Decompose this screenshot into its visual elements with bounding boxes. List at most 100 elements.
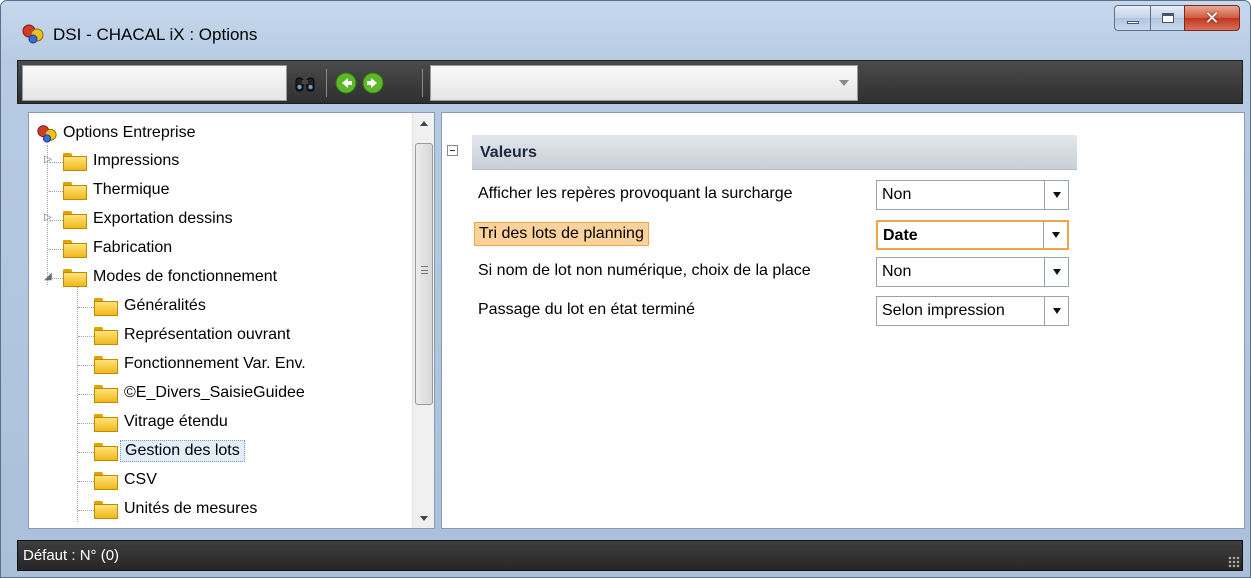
property-value-dropdown[interactable]: Non [876, 257, 1069, 287]
chevron-down-icon [1051, 232, 1060, 238]
folder-icon [94, 298, 118, 316]
tree-item-exportation-dessins[interactable]: Exportation dessins [63, 205, 237, 233]
tree-connector [78, 423, 94, 424]
maximize-button[interactable] [1150, 5, 1184, 31]
folder-icon [63, 240, 87, 258]
tree-connector [49, 220, 63, 221]
collapse-icon[interactable]: ◢ [43, 271, 53, 282]
tree-item-modes-de-fonctionnement[interactable]: Modes de fonctionnement [63, 263, 281, 291]
tree-connector [78, 394, 94, 395]
tree-item-label: Représentation ouvrant [124, 326, 291, 343]
title-bar[interactable]: DSI - CHACAL iX : Options ✕ [1, 1, 1250, 57]
tree-item-label: Exportation dessins [93, 210, 233, 227]
close-icon: ✕ [1204, 7, 1220, 29]
tree-connector [49, 249, 63, 250]
folder-icon [63, 269, 87, 287]
property-row[interactable]: Afficher les repères provoquant la surch… [472, 180, 1077, 210]
tree-item-label: Fonctionnement Var. Env. [124, 355, 306, 372]
folder-icon [63, 182, 87, 200]
property-label: Passage du lot en état terminé [478, 301, 696, 318]
forward-arrow-icon[interactable] [362, 72, 384, 94]
binoculars-icon[interactable] [294, 72, 316, 94]
property-row-active[interactable]: Tri des lots de planning Date [472, 220, 1077, 250]
dropdown-button[interactable] [1043, 222, 1067, 248]
chevron-down-icon [1052, 308, 1061, 314]
property-label: Si nom de lot non numérique, choix de la… [478, 262, 811, 279]
tree-item-csv[interactable]: CSV [94, 466, 161, 494]
tree-connector [78, 307, 94, 308]
chevron-up-icon [419, 120, 428, 126]
resize-grip-icon[interactable] [1228, 556, 1240, 568]
tree-item-representation-ouvrant[interactable]: Représentation ouvrant [94, 321, 294, 349]
toolbar-separator [422, 69, 423, 97]
expand-icon[interactable]: ▷ [43, 154, 53, 165]
tree-item-label: ©E_Divers_SaisieGuidee [124, 384, 305, 401]
tree-item-label: CSV [124, 471, 157, 488]
folder-icon [94, 327, 118, 345]
tree-item-label: Vitrage étendu [124, 413, 228, 430]
property-value: Selon impression [882, 302, 1005, 319]
property-row[interactable]: Si nom de lot non numérique, choix de la… [472, 257, 1077, 287]
grip-icon [421, 266, 428, 274]
tree-connector [78, 336, 94, 337]
toolbar-separator [326, 69, 327, 97]
chevron-down-icon[interactable] [839, 80, 849, 86]
tree-item-gestion-des-lots[interactable]: Gestion des lots [94, 437, 245, 465]
scrollbar-thumb[interactable] [415, 143, 433, 405]
category-header[interactable]: Valeurs [472, 135, 1077, 170]
tree-item-fabrication[interactable]: Fabrication [63, 234, 176, 262]
close-button[interactable]: ✕ [1184, 5, 1240, 31]
tree-item-fonctionnement-var-env[interactable]: Fonctionnement Var. Env. [94, 350, 310, 378]
dropdown-button[interactable] [1044, 258, 1068, 286]
property-value-dropdown[interactable]: Selon impression [876, 296, 1069, 326]
toolbar [17, 60, 1243, 104]
tree-item-impressions[interactable]: Impressions [63, 147, 183, 175]
open-folder-icon [94, 443, 118, 461]
tree-item-vitrage-etendu[interactable]: Vitrage étendu [94, 408, 232, 436]
property-value: Non [882, 186, 912, 203]
tree-connector [49, 162, 63, 163]
tree-connector [77, 286, 78, 522]
tree-item-label: Généralités [124, 297, 206, 314]
navigation-combo[interactable] [430, 65, 858, 101]
scroll-up-button[interactable] [413, 113, 434, 133]
scroll-down-button[interactable] [413, 508, 434, 528]
property-grid: Valeurs Afficher les repères provoquant … [441, 112, 1245, 529]
app-icon [37, 125, 57, 143]
property-value-dropdown[interactable]: Date [876, 220, 1069, 250]
tree-root-label: Options Entreprise [63, 124, 196, 141]
dropdown-button[interactable] [1044, 181, 1068, 209]
folder-icon [94, 414, 118, 432]
minimize-icon [1126, 20, 1139, 24]
tree-item-label: Fabrication [93, 239, 173, 256]
app-icon [22, 24, 44, 44]
folder-icon [94, 385, 118, 403]
options-window: DSI - CHACAL iX : Options ✕ Options Entr… [0, 0, 1251, 578]
dropdown-button[interactable] [1044, 297, 1068, 325]
minimize-button[interactable] [1114, 5, 1150, 31]
maximize-icon [1161, 13, 1174, 23]
tree-connector [49, 191, 63, 192]
tree-item-label: Unités de mesures [124, 500, 258, 517]
folder-icon [94, 472, 118, 490]
window-controls: ✕ [1114, 5, 1240, 31]
tree-scrollbar[interactable] [412, 113, 434, 528]
property-value-dropdown[interactable]: Non [876, 180, 1069, 210]
property-label: Tri des lots de planning [472, 220, 874, 250]
tree-connector [78, 365, 94, 366]
property-row[interactable]: Passage du lot en état terminé Selon imp… [472, 296, 1077, 326]
property-value: Non [882, 263, 912, 280]
tree-root[interactable]: Options Entreprise [35, 119, 196, 147]
search-input[interactable] [22, 65, 287, 101]
tree-item-divers-saisie-guidee[interactable]: ©E_Divers_SaisieGuidee [94, 379, 309, 407]
folder-icon [63, 153, 87, 171]
expand-icon[interactable]: ▷ [43, 212, 53, 223]
tree-item-generalites[interactable]: Généralités [94, 292, 210, 320]
property-value: Date [883, 227, 918, 244]
options-tree[interactable]: Options Entreprise ▷ Impressions Thermiq… [28, 112, 435, 529]
tree-item-unites-de-mesures[interactable]: Unités de mesures [94, 495, 261, 523]
collapse-icon[interactable] [447, 145, 458, 156]
tree-item-thermique[interactable]: Thermique [63, 176, 173, 204]
folder-icon [94, 501, 118, 519]
back-arrow-icon[interactable] [335, 72, 357, 94]
